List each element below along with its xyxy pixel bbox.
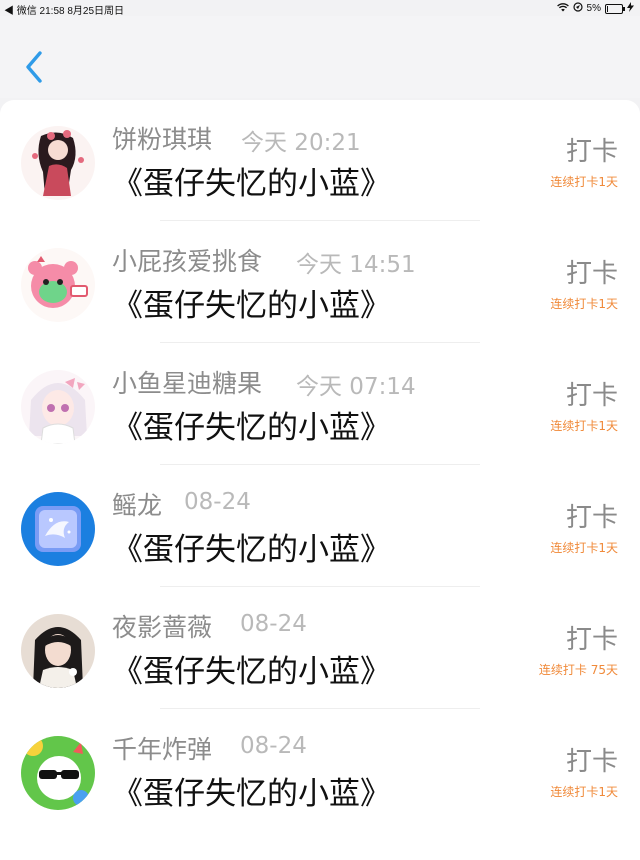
checkin-button[interactable]: 打卡 bbox=[566, 253, 618, 290]
user-name: 鳐龙 bbox=[112, 491, 163, 520]
status-bar: ◀ 微信 21:58 8月25日周日 5% bbox=[0, 0, 640, 17]
post-time: 08-24 bbox=[240, 733, 307, 759]
user-name: 小鱼星迪糖果 bbox=[112, 369, 263, 398]
divider bbox=[160, 342, 480, 343]
chevron-left-icon bbox=[20, 51, 50, 88]
streak-label: 连续打卡1天 bbox=[550, 175, 618, 189]
location-icon bbox=[572, 2, 583, 15]
charging-icon bbox=[627, 2, 634, 15]
checkin-button[interactable]: 打卡 bbox=[566, 375, 618, 412]
divider bbox=[160, 708, 480, 709]
post-time: 08-24 bbox=[240, 611, 307, 637]
checkin-button[interactable]: 打卡 bbox=[566, 741, 618, 778]
book-title: 《蛋仔失忆的小蓝》 bbox=[112, 166, 391, 202]
battery-icon bbox=[605, 3, 625, 14]
user-name: 饼粉琪琪 bbox=[112, 125, 213, 154]
battery-percent: 5% bbox=[586, 3, 601, 14]
post-time: 08-24 bbox=[184, 489, 251, 515]
user-name: 夜影蔷薇 bbox=[112, 613, 213, 642]
book-title: 《蛋仔失忆的小蓝》 bbox=[112, 776, 391, 812]
nav-bar bbox=[0, 16, 640, 98]
post-time: 今天 14:51 bbox=[296, 252, 416, 278]
list-item[interactable]: 鳐龙 08-24 《蛋仔失忆的小蓝》 打卡 连续打卡1天 bbox=[0, 466, 640, 588]
back-button[interactable] bbox=[20, 50, 50, 84]
divider bbox=[160, 464, 480, 465]
avatar[interactable] bbox=[21, 126, 95, 200]
streak-label: 连续打卡1天 bbox=[550, 541, 618, 555]
book-title: 《蛋仔失忆的小蓝》 bbox=[112, 654, 391, 690]
status-bar-right: 5% bbox=[556, 2, 634, 15]
avatar[interactable] bbox=[21, 492, 95, 566]
book-title: 《蛋仔失忆的小蓝》 bbox=[112, 532, 391, 568]
list-item[interactable]: 夜影蔷薇 08-24 《蛋仔失忆的小蓝》 打卡 连续打卡 75天 bbox=[0, 588, 640, 710]
checkin-button[interactable]: 打卡 bbox=[566, 497, 618, 534]
divider bbox=[160, 220, 480, 221]
avatar[interactable] bbox=[21, 736, 95, 810]
streak-label: 连续打卡1天 bbox=[550, 785, 618, 799]
book-title: 《蛋仔失忆的小蓝》 bbox=[112, 288, 391, 324]
user-name: 千年炸弹 bbox=[112, 735, 213, 764]
divider bbox=[160, 586, 480, 587]
book-title: 《蛋仔失忆的小蓝》 bbox=[112, 410, 391, 446]
streak-label: 连续打卡1天 bbox=[550, 419, 618, 433]
user-name: 小屁孩爱挑食 bbox=[112, 247, 263, 276]
streak-label: 连续打卡1天 bbox=[550, 297, 618, 311]
list-item[interactable]: 小鱼星迪糖果 今天 07:14 《蛋仔失忆的小蓝》 打卡 连续打卡1天 bbox=[0, 344, 640, 466]
checkin-list: 饼粉琪琪 今天 20:21 《蛋仔失忆的小蓝》 打卡 连续打卡1天 小屁孩爱挑食… bbox=[0, 100, 640, 860]
avatar[interactable] bbox=[21, 370, 95, 444]
post-time: 今天 07:14 bbox=[296, 374, 416, 400]
avatar[interactable] bbox=[21, 614, 95, 688]
checkin-button[interactable]: 打卡 bbox=[566, 619, 618, 656]
checkin-button[interactable]: 打卡 bbox=[566, 131, 618, 168]
streak-label: 连续打卡 75天 bbox=[538, 663, 618, 677]
list-item[interactable]: 千年炸弹 08-24 《蛋仔失忆的小蓝》 打卡 连续打卡1天 bbox=[0, 710, 640, 832]
list-item[interactable]: 饼粉琪琪 今天 20:21 《蛋仔失忆的小蓝》 打卡 连续打卡1天 bbox=[0, 100, 640, 222]
wifi-icon bbox=[556, 2, 569, 15]
post-time: 今天 20:21 bbox=[241, 130, 361, 156]
avatar[interactable] bbox=[21, 248, 95, 322]
list-item[interactable]: 小屁孩爱挑食 今天 14:51 《蛋仔失忆的小蓝》 打卡 连续打卡1天 bbox=[0, 222, 640, 344]
status-bar-left: ◀ 微信 21:58 8月25日周日 bbox=[4, 6, 125, 17]
